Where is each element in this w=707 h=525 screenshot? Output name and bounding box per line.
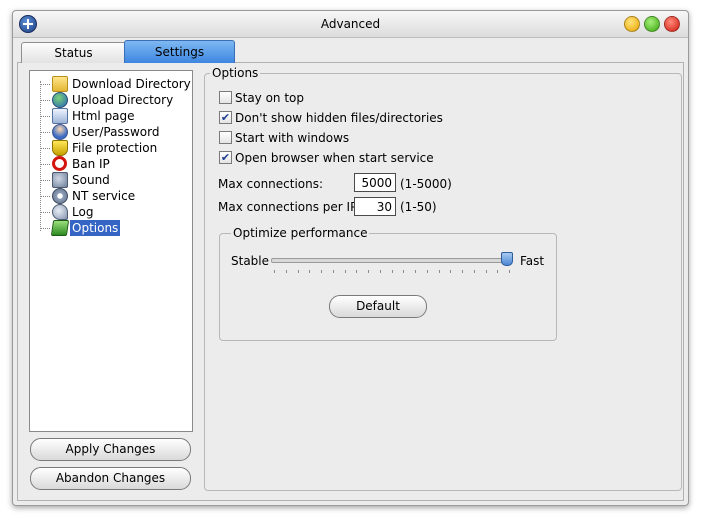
max-connections-label: Max connections: <box>218 177 324 191</box>
slider-max-label: Fast <box>520 254 545 268</box>
globe-icon <box>52 92 68 108</box>
checkbox-box[interactable]: ✔ <box>219 151 232 164</box>
slider-tick <box>345 270 346 273</box>
slider-tick <box>321 270 322 273</box>
ban-icon <box>52 156 67 171</box>
maximize-button[interactable] <box>644 16 660 32</box>
slider-tick <box>403 270 404 273</box>
tree-item-label: Options <box>70 220 121 236</box>
tree-connector <box>40 81 41 231</box>
slider-ticks <box>274 270 510 274</box>
checkbox-label: Open browser when start service <box>235 151 434 165</box>
abandon-changes-button[interactable]: Abandon Changes <box>30 467 191 490</box>
title-bar[interactable]: Advanced <box>13 11 688 38</box>
default-button[interactable]: Default <box>329 295 427 318</box>
optimize-performance-title: Optimize performance <box>231 226 370 240</box>
tree-item-label: File protection <box>72 141 158 155</box>
checkbox-label: Stay on top <box>235 91 305 105</box>
max-connections-per-ip-range: (1-50) <box>400 200 437 214</box>
checkbox-box[interactable]: ✔ <box>219 111 232 124</box>
log-icon <box>52 204 68 220</box>
slider-tick <box>286 270 287 273</box>
slider-tick <box>392 270 393 273</box>
slider-tick <box>333 270 334 273</box>
tab-settings[interactable]: Settings <box>124 40 235 63</box>
slider-tick <box>509 270 510 273</box>
checkbox-box[interactable] <box>219 131 232 144</box>
checkbox-box[interactable] <box>219 91 232 104</box>
slider-tick <box>427 270 428 273</box>
slider-tick <box>474 270 475 273</box>
slider-tick <box>380 270 381 273</box>
tree-item-label: User/Password <box>72 125 160 139</box>
slider-tick <box>450 270 451 273</box>
slider-tick <box>309 270 310 273</box>
gear-icon <box>52 188 68 204</box>
slider-tick <box>298 270 299 273</box>
page-icon <box>52 108 68 124</box>
speaker-icon <box>52 172 68 188</box>
max-connections-per-ip-label: Max connections per IP: <box>218 200 362 214</box>
slider-tick <box>462 270 463 273</box>
tab-status[interactable]: Status <box>21 42 126 63</box>
slider-tick <box>368 270 369 273</box>
shield-icon <box>52 140 68 156</box>
slider-tick <box>486 270 487 273</box>
tree-item-label: Download Directory <box>72 77 191 91</box>
advanced-window: Advanced Status Settings Download Direct… <box>12 10 689 506</box>
apply-changes-button[interactable]: Apply Changes <box>30 438 191 461</box>
tree-item-label: Log <box>72 205 94 219</box>
slider-tick <box>274 270 275 273</box>
checkbox-label: Don't show hidden files/directories <box>235 111 443 125</box>
slider-tick <box>439 270 440 273</box>
tree-item-label: NT service <box>72 189 136 203</box>
tree-item-label: Html page <box>72 109 135 123</box>
max-connections-field[interactable]: 5000 <box>354 173 396 192</box>
close-button[interactable] <box>664 16 680 32</box>
tree-item-label: Upload Directory <box>72 93 174 107</box>
max-connections-per-ip-field[interactable]: 30 <box>354 197 396 216</box>
performance-slider-track[interactable] <box>271 258 511 263</box>
optimize-performance-group <box>219 233 557 341</box>
minimize-button[interactable] <box>624 16 640 32</box>
slider-tick <box>415 270 416 273</box>
settings-tree[interactable]: Download Directory Upload Directory Html… <box>29 70 193 432</box>
max-connections-range: (1-5000) <box>400 177 452 191</box>
folder-icon <box>52 76 68 92</box>
slider-tick <box>497 270 498 273</box>
tree-item-label: Sound <box>72 173 110 187</box>
check-icon <box>50 220 70 236</box>
checkbox-label: Start with windows <box>235 131 350 145</box>
options-group-title: Options <box>210 66 261 80</box>
performance-slider-thumb[interactable] <box>501 252 513 266</box>
window-title: Advanced <box>320 17 381 31</box>
tree-item-label: Ban IP <box>72 157 110 171</box>
slider-tick <box>356 270 357 273</box>
user-icon <box>52 124 68 140</box>
slider-min-label: Stable <box>231 254 270 268</box>
